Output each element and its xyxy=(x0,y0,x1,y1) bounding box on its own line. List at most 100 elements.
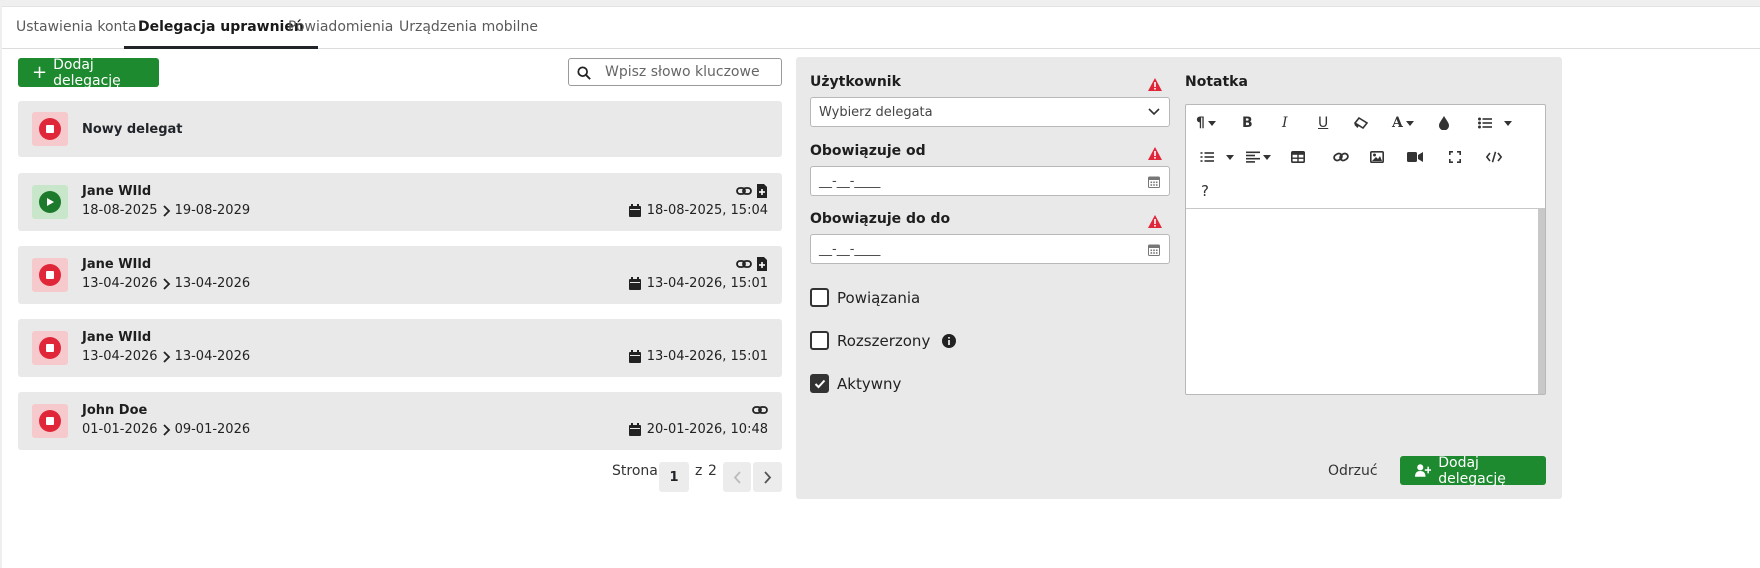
delegation-card[interactable]: Jane WIld 13-04-2026 13-04-2026 13-04-20… xyxy=(18,246,782,304)
valid-to-label: Obowiązuje do do xyxy=(810,211,951,227)
image-icon[interactable] xyxy=(1370,147,1384,167)
help-icon[interactable]: ? xyxy=(1201,181,1209,201)
file-add-icon xyxy=(757,257,767,271)
calendar-icon[interactable] xyxy=(1148,175,1160,188)
check-icon xyxy=(814,379,825,388)
stop-icon xyxy=(39,337,61,359)
unordered-list-button[interactable] xyxy=(1478,113,1512,133)
code-view-icon[interactable] xyxy=(1486,147,1502,167)
delegation-flags xyxy=(736,184,768,198)
note-editor: ¶ B I U A ? xyxy=(1185,104,1546,395)
checkbox-box[interactable] xyxy=(810,288,829,307)
align-left-icon xyxy=(1246,151,1260,163)
caret-down-icon xyxy=(1504,120,1512,126)
fullscreen-icon[interactable] xyxy=(1449,147,1461,167)
links-checkbox[interactable]: Powiązania xyxy=(810,288,920,307)
valid-to-value: __-__-____ xyxy=(819,242,881,257)
editor-scrollbar[interactable] xyxy=(1538,209,1545,394)
delegation-card[interactable]: Jane WIld 13-04-2026 13-04-2026 13-04-20… xyxy=(18,319,782,377)
caret-down-icon xyxy=(1207,120,1216,126)
link-icon xyxy=(752,406,768,414)
eraser-icon[interactable] xyxy=(1354,113,1368,133)
created-at: 13-04-2026, 15:01 xyxy=(628,276,768,291)
font-icon: A xyxy=(1392,115,1403,131)
cancel-button[interactable]: Odrzuć xyxy=(1328,463,1378,479)
delegate-name: Jane WIld xyxy=(82,184,152,199)
search-input[interactable] xyxy=(605,62,775,82)
valid-from-input[interactable]: __-__-____ xyxy=(810,166,1170,196)
checkbox-box[interactable] xyxy=(810,331,829,350)
tab-notifications[interactable]: Powiadomienia xyxy=(288,7,393,49)
delegation-flags xyxy=(752,403,768,417)
plus-icon: + xyxy=(32,61,48,83)
delegate-name: John Doe xyxy=(82,403,148,418)
pager-total: 2 xyxy=(708,463,717,479)
video-icon[interactable] xyxy=(1407,147,1423,167)
pager-of: z xyxy=(695,463,703,479)
paragraph-icon: ¶ xyxy=(1196,115,1205,131)
save-delegation-button[interactable]: Dodaj delegację xyxy=(1400,454,1546,487)
add-delegation-button[interactable]: + Dodaj delegację xyxy=(18,56,159,89)
play-icon xyxy=(39,191,61,213)
link-icon[interactable] xyxy=(1333,147,1349,167)
checkbox-box-checked[interactable] xyxy=(810,374,829,393)
editor-toolbar: ¶ B I U A ? xyxy=(1186,105,1545,209)
new-delegate-card[interactable]: Nowy delegat xyxy=(18,101,782,157)
add-delegation-label: Dodaj delegację xyxy=(53,56,121,89)
align-button[interactable] xyxy=(1246,147,1271,167)
user-select[interactable]: Wybierz delegata xyxy=(810,97,1170,127)
page-number-input[interactable]: 1 xyxy=(659,462,689,492)
delegate-name: Jane WIld xyxy=(82,330,152,345)
user-plus-icon xyxy=(1415,464,1432,477)
user-label: Użytkownik xyxy=(810,74,901,90)
created-at: 20-01-2026, 10:48 xyxy=(628,422,768,437)
calendar-icon[interactable] xyxy=(1148,243,1160,256)
valid-from-label: Obowiązuje od xyxy=(810,143,926,159)
tab-account-settings[interactable]: Ustawienia konta xyxy=(16,7,136,49)
valid-from-value: __-__-____ xyxy=(819,174,881,189)
underline-icon[interactable]: U xyxy=(1318,113,1328,133)
delegation-card[interactable]: John Doe 01-01-2026 09-01-2026 20-01-202… xyxy=(18,392,782,450)
warning-icon xyxy=(1148,215,1162,228)
calendar-icon xyxy=(628,277,641,290)
bold-icon[interactable]: B xyxy=(1242,113,1253,133)
created-timestamp: 13-04-2026, 15:01 xyxy=(646,349,768,364)
date-from: 18-08-2025 xyxy=(82,203,158,218)
drop-icon[interactable] xyxy=(1439,113,1449,133)
calendar-icon xyxy=(628,204,641,217)
warning-icon xyxy=(1148,147,1162,160)
delegation-form-panel: Użytkownik Wybierz delegata Obowiązuje o… xyxy=(796,57,1562,499)
valid-to-input[interactable]: __-__-____ xyxy=(810,234,1170,264)
save-delegation-label: Dodaj delegację xyxy=(1438,454,1506,487)
delegation-card[interactable]: Jane WIld 18-08-2025 19-08-2029 18-08-20… xyxy=(18,173,782,231)
prev-page-button[interactable] xyxy=(723,462,751,492)
next-page-button[interactable] xyxy=(753,462,782,492)
created-timestamp: 13-04-2026, 15:01 xyxy=(646,276,768,291)
chevron-left-icon xyxy=(733,470,741,484)
date-to: 13-04-2026 xyxy=(174,349,251,364)
active-label: Aktywny xyxy=(837,374,902,393)
delegation-flags xyxy=(736,257,768,271)
date-from: 01-01-2026 xyxy=(82,422,158,437)
status-badge xyxy=(32,112,68,146)
date-to: 19-08-2029 xyxy=(174,203,251,218)
caret-down-icon xyxy=(1226,154,1234,160)
extended-checkbox[interactable]: Rozszerzony xyxy=(810,331,957,350)
info-icon[interactable] xyxy=(942,333,957,348)
links-label: Powiązania xyxy=(837,288,921,307)
ordered-list-button[interactable] xyxy=(1200,147,1234,167)
link-icon xyxy=(736,260,752,268)
italic-icon[interactable]: I xyxy=(1282,113,1288,133)
chevron-right-icon xyxy=(162,277,170,290)
status-badge xyxy=(32,185,68,219)
table-icon[interactable] xyxy=(1291,147,1305,167)
font-color-button[interactable]: A xyxy=(1392,113,1414,133)
link-icon xyxy=(736,187,752,195)
created-at: 13-04-2026, 15:01 xyxy=(628,349,768,364)
chevron-right-icon xyxy=(162,204,170,217)
stop-icon xyxy=(39,264,61,286)
tab-mobile-devices[interactable]: Urządzenia mobilne xyxy=(399,7,538,49)
delegation-period: 01-01-2026 09-01-2026 xyxy=(82,422,250,437)
active-checkbox[interactable]: Aktywny xyxy=(810,374,901,393)
paragraph-style-button[interactable]: ¶ xyxy=(1196,113,1216,133)
